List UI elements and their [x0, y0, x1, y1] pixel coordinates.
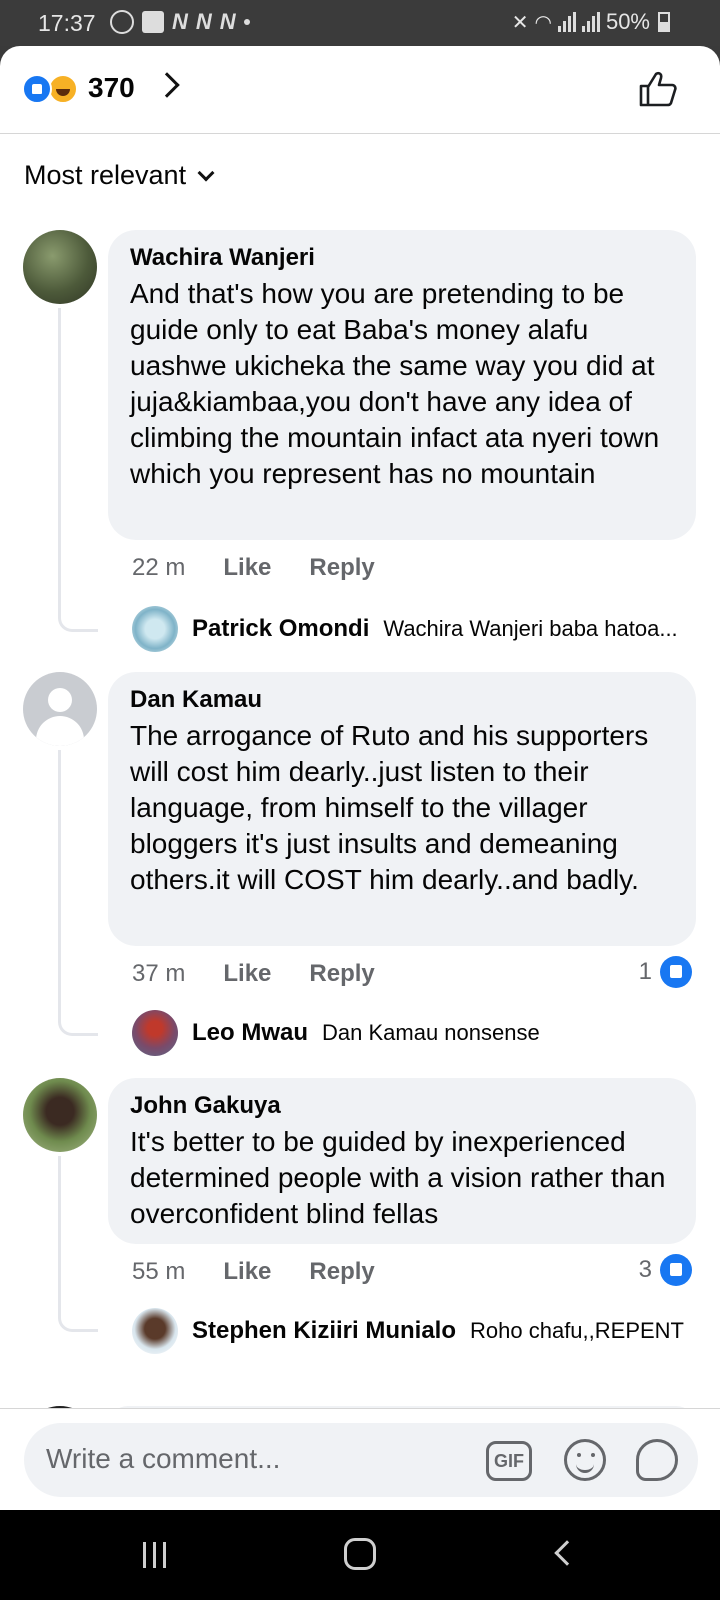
battery-percent: 50%	[605, 9, 650, 34]
thread-line	[58, 1156, 98, 1332]
home-icon[interactable]	[344, 1538, 376, 1570]
reply-author[interactable]: Patrick Omondi	[192, 615, 369, 643]
recents-icon[interactable]	[143, 1542, 166, 1568]
reply-button[interactable]: Reply	[309, 960, 374, 988]
thread-line	[58, 308, 98, 632]
sticker-icon[interactable]	[636, 1439, 678, 1481]
reply-button[interactable]: Reply	[309, 1258, 374, 1286]
more-notifications-icon	[243, 19, 250, 25]
like-reaction-icon[interactable]	[22, 74, 52, 104]
comment-author[interactable]: Dan Kamau	[130, 686, 674, 714]
like-button[interactable]: Like	[223, 960, 271, 988]
avatar[interactable]	[132, 1308, 178, 1354]
avatar[interactable]	[132, 606, 178, 652]
comment-time[interactable]: 22 m	[132, 554, 185, 582]
emoji-icon[interactable]	[564, 1439, 606, 1481]
comment-time[interactable]: 55 m	[132, 1258, 185, 1286]
haha-reaction-icon[interactable]	[48, 74, 78, 104]
sort-label: Most relevant	[24, 160, 187, 190]
gif-button[interactable]: GIF	[486, 1441, 532, 1481]
comment-text: The arrogance of Ruto and his supporters…	[130, 720, 649, 895]
default-avatar-body	[36, 716, 84, 746]
facebook-icon	[142, 11, 164, 33]
reaction-count[interactable]: 370	[88, 72, 135, 104]
back-icon[interactable]	[554, 1540, 580, 1566]
signal-icon	[557, 12, 576, 32]
comment-input-placeholder: Write a comment...	[46, 1443, 281, 1474]
comment-bubble[interactable]: Dan Kamau The arrogance of Ruto and his …	[108, 672, 696, 946]
news-icon: N	[219, 9, 236, 34]
thread-line	[58, 750, 98, 1036]
like-icon	[660, 956, 692, 988]
comment-bubble[interactable]: John Gakuya It's better to be guided by …	[108, 1078, 696, 1244]
status-bar: 17:37 N N N ✕ ◠ 50%	[0, 0, 720, 46]
like-button[interactable]: Like	[223, 554, 271, 582]
notification-icons: N N N	[110, 9, 250, 35]
navigation-bar	[0, 1510, 720, 1600]
news-icon: N	[172, 9, 188, 34]
reply-text: Roho chafu,,REPENT	[470, 1318, 684, 1343]
system-icons: ✕ ◠ 50%	[512, 9, 670, 35]
comment-actions: 55 m Like Reply	[132, 1258, 375, 1286]
reply-text: Wachira Wanjeri baba hatoa...	[383, 616, 678, 641]
avatar[interactable]	[23, 230, 97, 304]
comment-actions: 22 m Like Reply	[132, 554, 375, 582]
like-count: 1	[638, 958, 652, 985]
reply-author[interactable]: Leo Mwau	[192, 1019, 308, 1047]
reply-preview[interactable]: Patrick Omondi Wachira Wanjeri baba hato…	[132, 606, 702, 652]
comment-text: It's better to be guided by inexperience…	[130, 1126, 666, 1229]
reply-preview[interactable]: Stephen Kiziiri Munialo Roho chafu,,REPE…	[132, 1308, 702, 1354]
battery-icon	[658, 12, 670, 32]
reply-text: Dan Kamau nonsense	[322, 1020, 540, 1045]
reply-author[interactable]: Stephen Kiziiri Munialo	[192, 1317, 456, 1345]
like-icon[interactable]	[638, 70, 678, 108]
signal-icon	[581, 12, 600, 32]
comment-composer: Write a comment... GIF	[0, 1408, 720, 1510]
like-count: 3	[638, 1256, 652, 1283]
chevron-down-icon	[197, 164, 215, 181]
like-button[interactable]: Like	[223, 1258, 271, 1286]
avatar[interactable]	[132, 1010, 178, 1056]
comment-likes[interactable]: 1	[639, 956, 692, 988]
comment-text: And that's how you are pretending to be …	[130, 278, 660, 489]
comment-input[interactable]: Write a comment... GIF	[24, 1423, 698, 1497]
sort-dropdown[interactable]: Most relevant	[24, 160, 215, 191]
reactions-header: 370	[0, 46, 720, 134]
comment-time[interactable]: 37 m	[132, 960, 185, 988]
comment-likes[interactable]: 3	[639, 1254, 692, 1286]
comments-sheet: 370 Most relevant Wachira Wanjeri And th…	[0, 46, 720, 1510]
reply-button[interactable]: Reply	[309, 554, 374, 582]
reply-preview[interactable]: Leo Mwau Dan Kamau nonsense	[132, 1010, 702, 1056]
news-icon: N	[195, 9, 212, 34]
avatar[interactable]	[23, 672, 97, 746]
wifi-icon: ◠	[534, 11, 552, 34]
comment-author[interactable]: Wachira Wanjeri	[130, 244, 674, 272]
default-avatar-icon	[48, 688, 72, 712]
comment-bubble[interactable]: Wachira Wanjeri And that's how you are p…	[108, 230, 696, 540]
comment-actions: 37 m Like Reply	[132, 960, 375, 988]
avatar[interactable]	[23, 1078, 97, 1152]
status-time: 17:37	[38, 10, 96, 36]
chevron-right-icon[interactable]	[154, 72, 180, 98]
comment-author[interactable]: John Gakuya	[130, 1092, 674, 1120]
mute-icon: ✕	[511, 11, 529, 34]
whatsapp-icon	[110, 10, 134, 34]
like-icon	[660, 1254, 692, 1286]
